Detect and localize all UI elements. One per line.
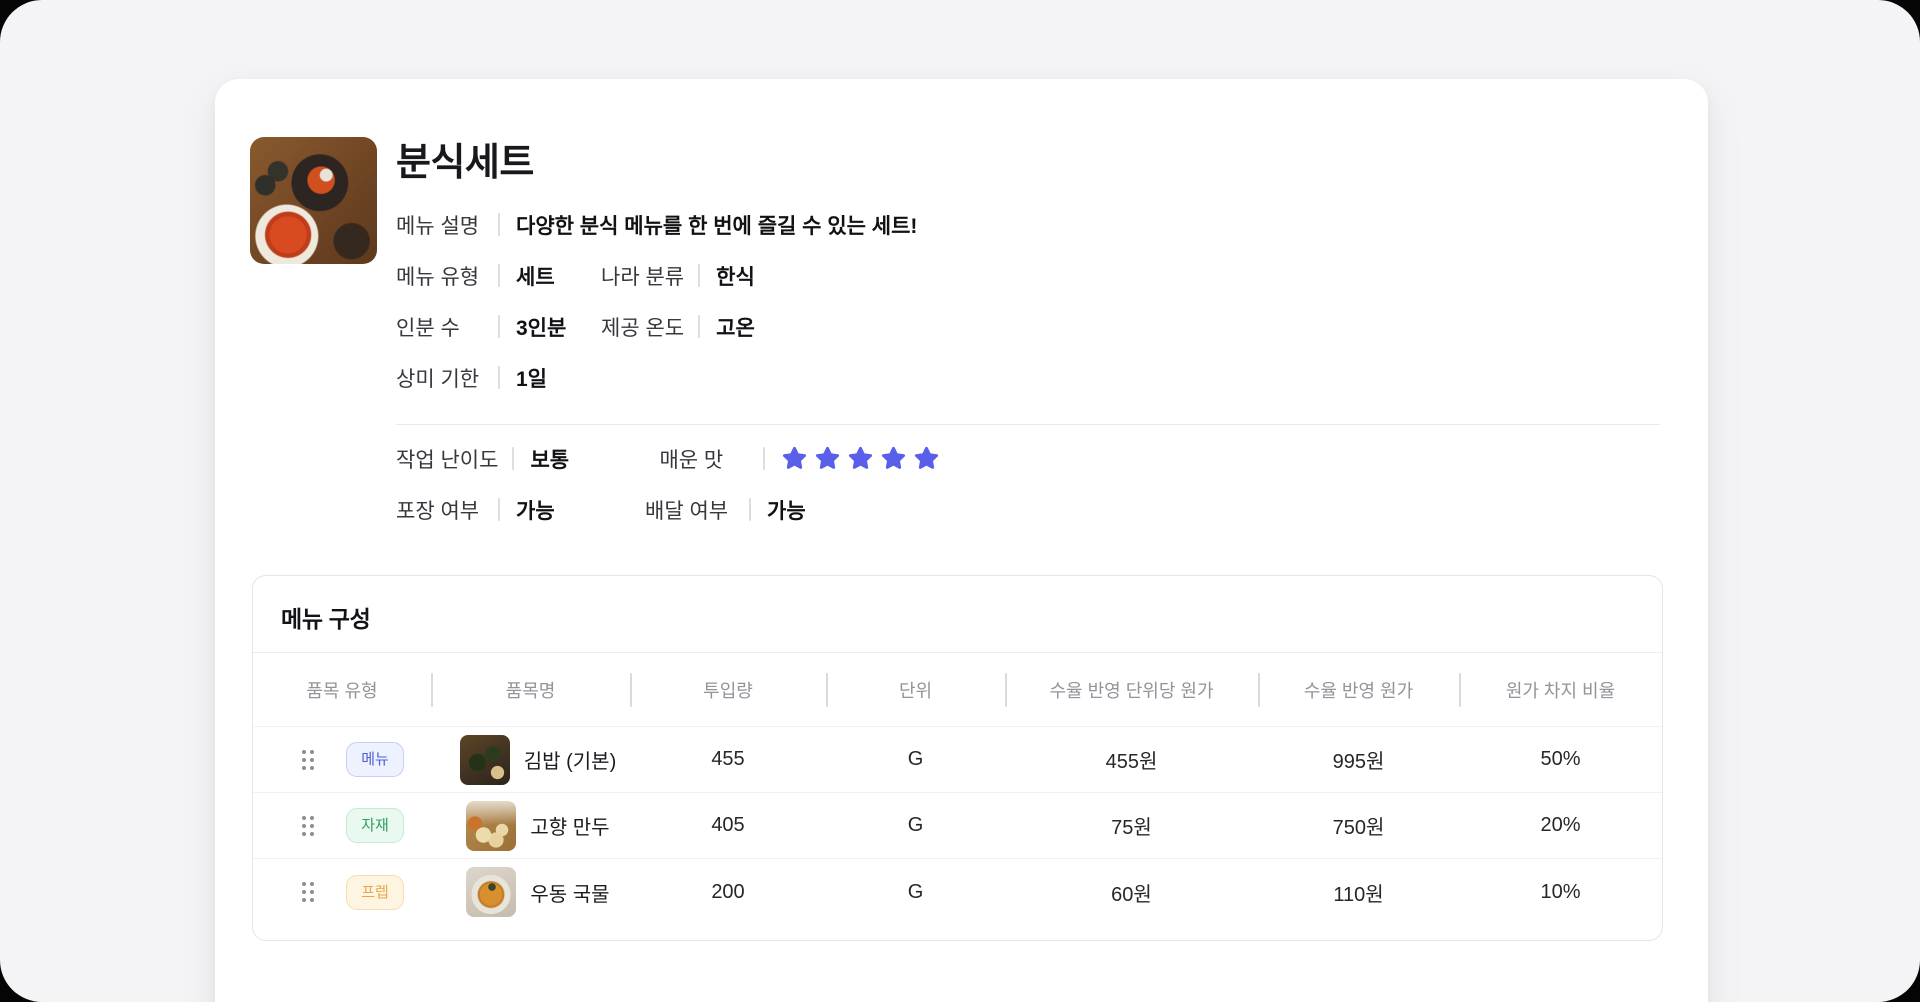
column-header-item-type: 품목 유형	[306, 680, 378, 701]
column-header-unit: 단위	[826, 653, 1005, 726]
item-name-cell: 고향 만두	[431, 793, 630, 858]
item-quantity: 405	[711, 814, 745, 836]
item-type-cell: 자재	[253, 793, 431, 858]
composition-header: 메뉴 구성	[253, 576, 1662, 653]
column-header-unit-cost: 수율 반영 단위당 원가	[1005, 653, 1258, 726]
column-header-cost: 수율 반영 원가	[1258, 653, 1459, 726]
item-unit-cost: 75원	[1111, 817, 1152, 839]
detail-label: 나라 분류	[601, 265, 685, 289]
divider-bar	[698, 315, 701, 338]
column-header-cost-ratio: 원가 차지 비율	[1459, 653, 1662, 726]
divider-bar	[763, 447, 766, 470]
divider-bar	[498, 315, 500, 338]
item-name: 고향 만두	[530, 817, 610, 839]
item-name-cell: 김밥 (기본)	[431, 727, 630, 792]
divider-bar	[498, 366, 500, 389]
divider-bar	[498, 264, 500, 287]
item-unit: G	[907, 880, 924, 903]
menu-photo	[250, 137, 377, 264]
item-name: 우동 국물	[530, 883, 610, 906]
detail-label: 메뉴 유형	[396, 265, 480, 289]
divider-bar	[512, 447, 515, 470]
detail-label: 포장 여부	[396, 499, 480, 523]
detail-label: 배달 여부	[645, 499, 729, 523]
menu-title: 분식세트	[396, 142, 534, 184]
detail-value: 보통	[530, 448, 570, 472]
detail-value: 가능	[767, 499, 806, 523]
detail-row-packaging-delivery: 포장 여부 가능 배달 여부 가능	[396, 484, 1660, 535]
app-surface: 분식세트 메뉴 설명 다양한 분식 메뉴를 한 번에 즐길 수 있는 세트! 메…	[0, 0, 1920, 1002]
detail-row-shelf-life: 상미 기한 1일	[396, 352, 1660, 403]
spice-star-icon	[849, 446, 873, 469]
item-unit-cost: 60원	[1111, 883, 1152, 906]
item-type-badge: 프렙	[346, 874, 404, 910]
spice-star-icon	[783, 446, 807, 469]
detail-label: 작업 난이도	[396, 448, 499, 472]
detail-value: 고온	[716, 316, 755, 340]
spice-star-icon	[816, 446, 840, 469]
item-photo	[466, 867, 517, 917]
item-unit-cost: 455원	[1105, 751, 1158, 773]
table-row: 자재 고향 만두 405 G 75원 750원 20%	[253, 793, 1662, 859]
item-type-cell: 메뉴	[253, 727, 431, 792]
item-cost: 995원	[1332, 751, 1385, 773]
detail-row-servings-temp: 인분 수 3인분 제공 온도 고온	[396, 301, 1660, 352]
item-type-cell: 프렙	[253, 859, 431, 925]
section-divider	[396, 424, 1660, 425]
menu-detail-card: 분식세트 메뉴 설명 다양한 분식 메뉴를 한 번에 즐길 수 있는 세트! 메…	[215, 79, 1708, 1002]
divider-bar	[498, 498, 500, 521]
detail-label: 매운 맛	[659, 448, 724, 472]
item-unit: G	[907, 814, 924, 836]
drag-handle-icon[interactable]	[302, 815, 315, 836]
item-cost-ratio: 50%	[1540, 748, 1581, 770]
spice-star-icon	[915, 446, 939, 469]
spice-star-icon	[882, 446, 906, 469]
detail-value: 세트	[516, 265, 555, 289]
item-type-badge: 메뉴	[346, 742, 404, 777]
item-cost-ratio: 10%	[1540, 880, 1581, 903]
detail-row-description: 메뉴 설명 다양한 분식 메뉴를 한 번에 즐길 수 있는 세트!	[396, 199, 1660, 250]
column-header-item-name: 품목명	[431, 653, 630, 726]
detail-label: 제공 온도	[601, 316, 685, 340]
detail-row-type-country: 메뉴 유형 세트 나라 분류 한식	[396, 250, 1660, 301]
item-cost-ratio: 20%	[1540, 814, 1581, 836]
item-unit: G	[907, 748, 924, 770]
detail-row-difficulty-spice: 작업 난이도 보통 매운 맛	[396, 433, 1660, 484]
detail-value: 한식	[716, 265, 755, 289]
item-quantity: 455	[711, 748, 745, 770]
menu-composition-card: 메뉴 구성 품목 유형 품목명 투입량 단위 수율 반영 단위당 원가 수율 반…	[252, 575, 1663, 941]
composition-table-header: 품목 유형 품목명 투입량 단위 수율 반영 단위당 원가 수율 반영 원가 원…	[253, 653, 1662, 727]
divider-bar	[498, 213, 500, 236]
item-photo	[466, 800, 517, 851]
detail-value: 3인분	[516, 316, 567, 340]
detail-label: 상미 기한	[396, 367, 480, 391]
item-quantity: 200	[711, 880, 745, 903]
drag-handle-icon[interactable]	[302, 749, 315, 770]
item-photo	[459, 734, 510, 785]
item-cost: 750원	[1332, 817, 1385, 839]
item-type-badge: 자재	[346, 808, 404, 843]
table-row: 메뉴 김밥 (기본) 455 G 455원 995원 50%	[253, 727, 1662, 793]
menu-details: 메뉴 설명 다양한 분식 메뉴를 한 번에 즐길 수 있는 세트! 메뉴 유형 …	[396, 199, 1660, 535]
item-cost: 110원	[1333, 883, 1384, 906]
divider-bar	[698, 264, 701, 287]
composition-title: 메뉴 구성	[281, 606, 371, 632]
detail-value: 가능	[516, 499, 555, 523]
detail-value: 1일	[516, 367, 547, 391]
spice-rating	[781, 445, 940, 472]
item-name-cell: 우동 국물	[431, 859, 630, 925]
column-header-quantity: 투입량	[630, 653, 826, 726]
item-name: 김밥 (기본)	[523, 751, 617, 773]
divider-bar	[749, 498, 751, 521]
viewport: 분식세트 메뉴 설명 다양한 분식 메뉴를 한 번에 즐길 수 있는 세트! 메…	[0, 0, 1920, 1002]
table-row: 프렙 우동 국물 200 G 60원 110원 10%	[253, 859, 1662, 925]
detail-label: 인분 수	[396, 316, 460, 340]
detail-label: 메뉴 설명	[396, 214, 480, 238]
drag-handle-icon[interactable]	[302, 882, 315, 902]
detail-value: 다양한 분식 메뉴를 한 번에 즐길 수 있는 세트!	[516, 214, 918, 238]
